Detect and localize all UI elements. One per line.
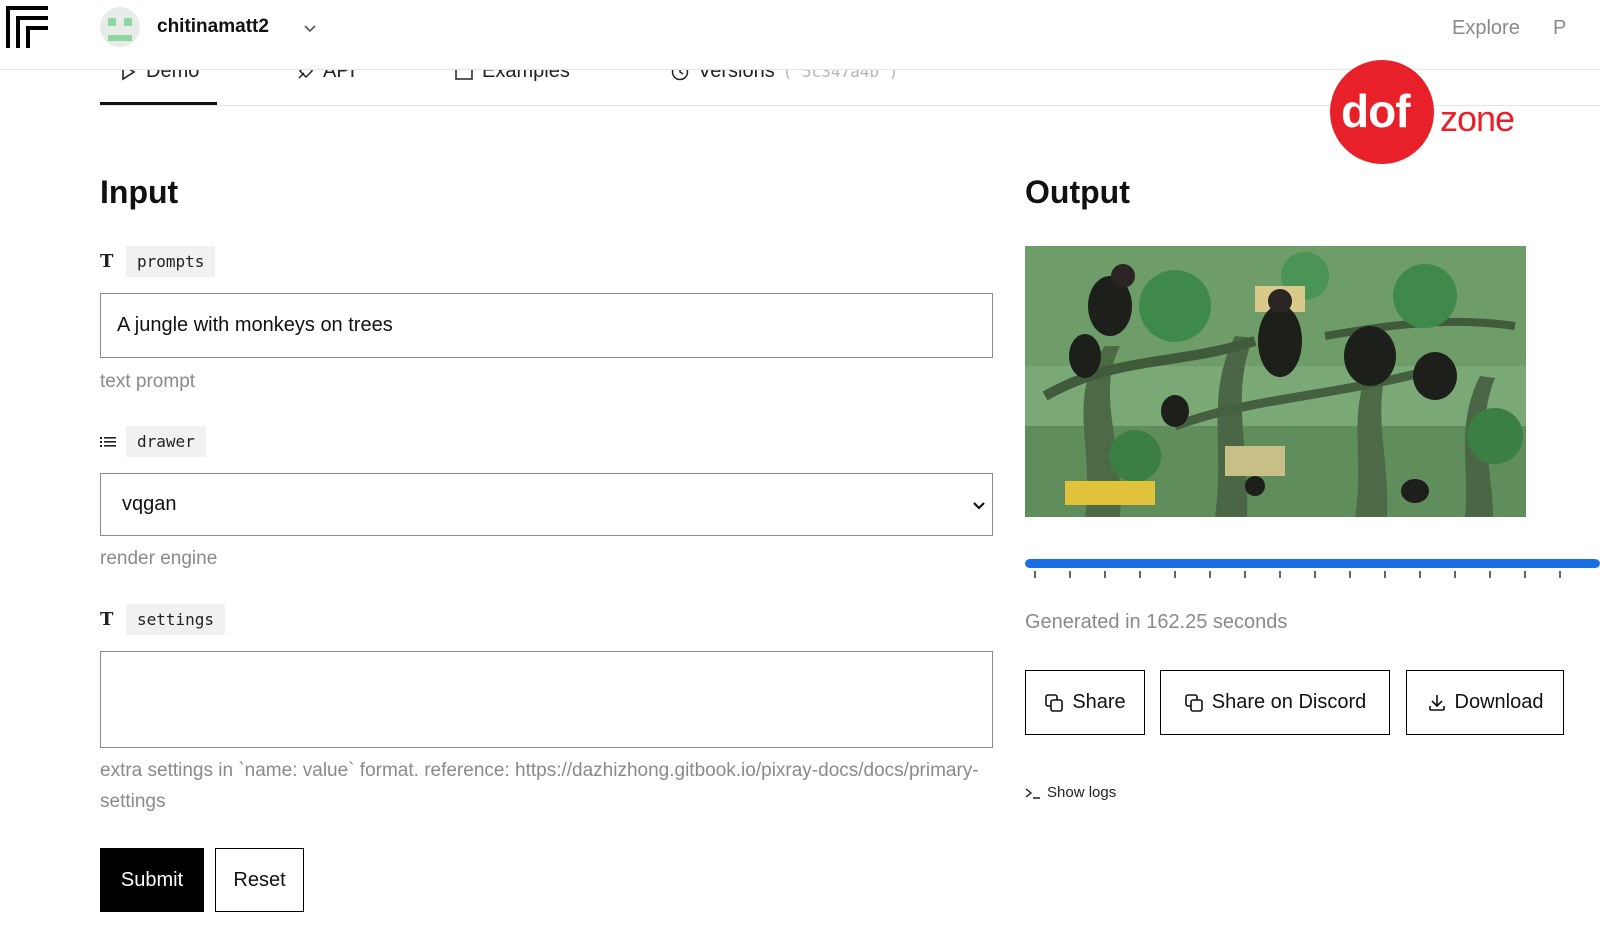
progress-fill xyxy=(1025,559,1600,568)
avatar[interactable] xyxy=(100,7,140,47)
dofzone-dof-text: dof xyxy=(1341,85,1411,137)
drawer-selected-value: vqgan xyxy=(122,493,177,515)
text-type-icon: T xyxy=(100,609,114,630)
share-on-discord-label: Share on Discord xyxy=(1211,691,1367,713)
prompts-field-name: prompts xyxy=(126,246,216,277)
submit-button[interactable]: Submit xyxy=(100,848,204,912)
drawer-label: drawer xyxy=(100,426,206,457)
share-button[interactable]: Share xyxy=(1025,670,1145,735)
drawer-field-name: drawer xyxy=(126,426,206,457)
list-icon xyxy=(100,436,116,447)
nav-partial-link[interactable]: P xyxy=(1553,17,1566,40)
settings-help-text: extra settings in `name: value` format. … xyxy=(100,760,979,812)
output-image[interactable] xyxy=(1025,246,1526,517)
progress-slider[interactable] xyxy=(1025,559,1600,568)
settings-textarea[interactable] xyxy=(100,651,993,748)
generated-time-text: Generated in 162.25 seconds xyxy=(1025,611,1288,633)
download-button[interactable]: Download xyxy=(1406,670,1564,735)
settings-label: T settings xyxy=(100,604,226,635)
nav-explore-link[interactable]: Explore xyxy=(1452,17,1520,40)
dofzone-zone-text: zone xyxy=(1440,98,1515,139)
reset-button[interactable]: Reset xyxy=(215,848,304,912)
progress-ticks xyxy=(1034,571,1561,578)
copy-icon xyxy=(1045,693,1064,712)
download-button-label: Download xyxy=(1454,691,1544,713)
drawer-select[interactable]: vqgan xyxy=(100,473,993,536)
replicate-logo-icon[interactable] xyxy=(6,6,48,48)
active-tab-indicator xyxy=(100,102,217,105)
prompts-input[interactable]: A jungle with monkeys on trees xyxy=(100,293,993,358)
copy-icon xyxy=(1184,693,1203,712)
show-logs-label: Show logs xyxy=(1047,784,1117,801)
prompts-label: T prompts xyxy=(100,246,216,277)
drawer-help-text: render engine xyxy=(100,548,218,569)
download-icon xyxy=(1428,694,1445,711)
dofzone-circle: dof xyxy=(1330,60,1434,164)
output-heading: Output xyxy=(1025,174,1130,210)
dofzone-watermark-logo: dof zone xyxy=(1330,60,1530,164)
terminal-icon xyxy=(1025,787,1040,799)
chevron-down-icon[interactable] xyxy=(302,20,318,36)
share-on-discord-button[interactable]: Share on Discord xyxy=(1160,670,1390,735)
show-logs-toggle[interactable]: Show logs xyxy=(1025,784,1116,801)
settings-field-name: settings xyxy=(126,604,226,635)
text-type-icon: T xyxy=(100,251,114,272)
share-button-label: Share xyxy=(1072,691,1126,713)
username-label[interactable]: chitinamatt2 xyxy=(157,16,269,38)
chevron-down-icon xyxy=(973,502,985,510)
input-heading: Input xyxy=(100,174,179,210)
prompts-help-text: text prompt xyxy=(100,371,196,392)
